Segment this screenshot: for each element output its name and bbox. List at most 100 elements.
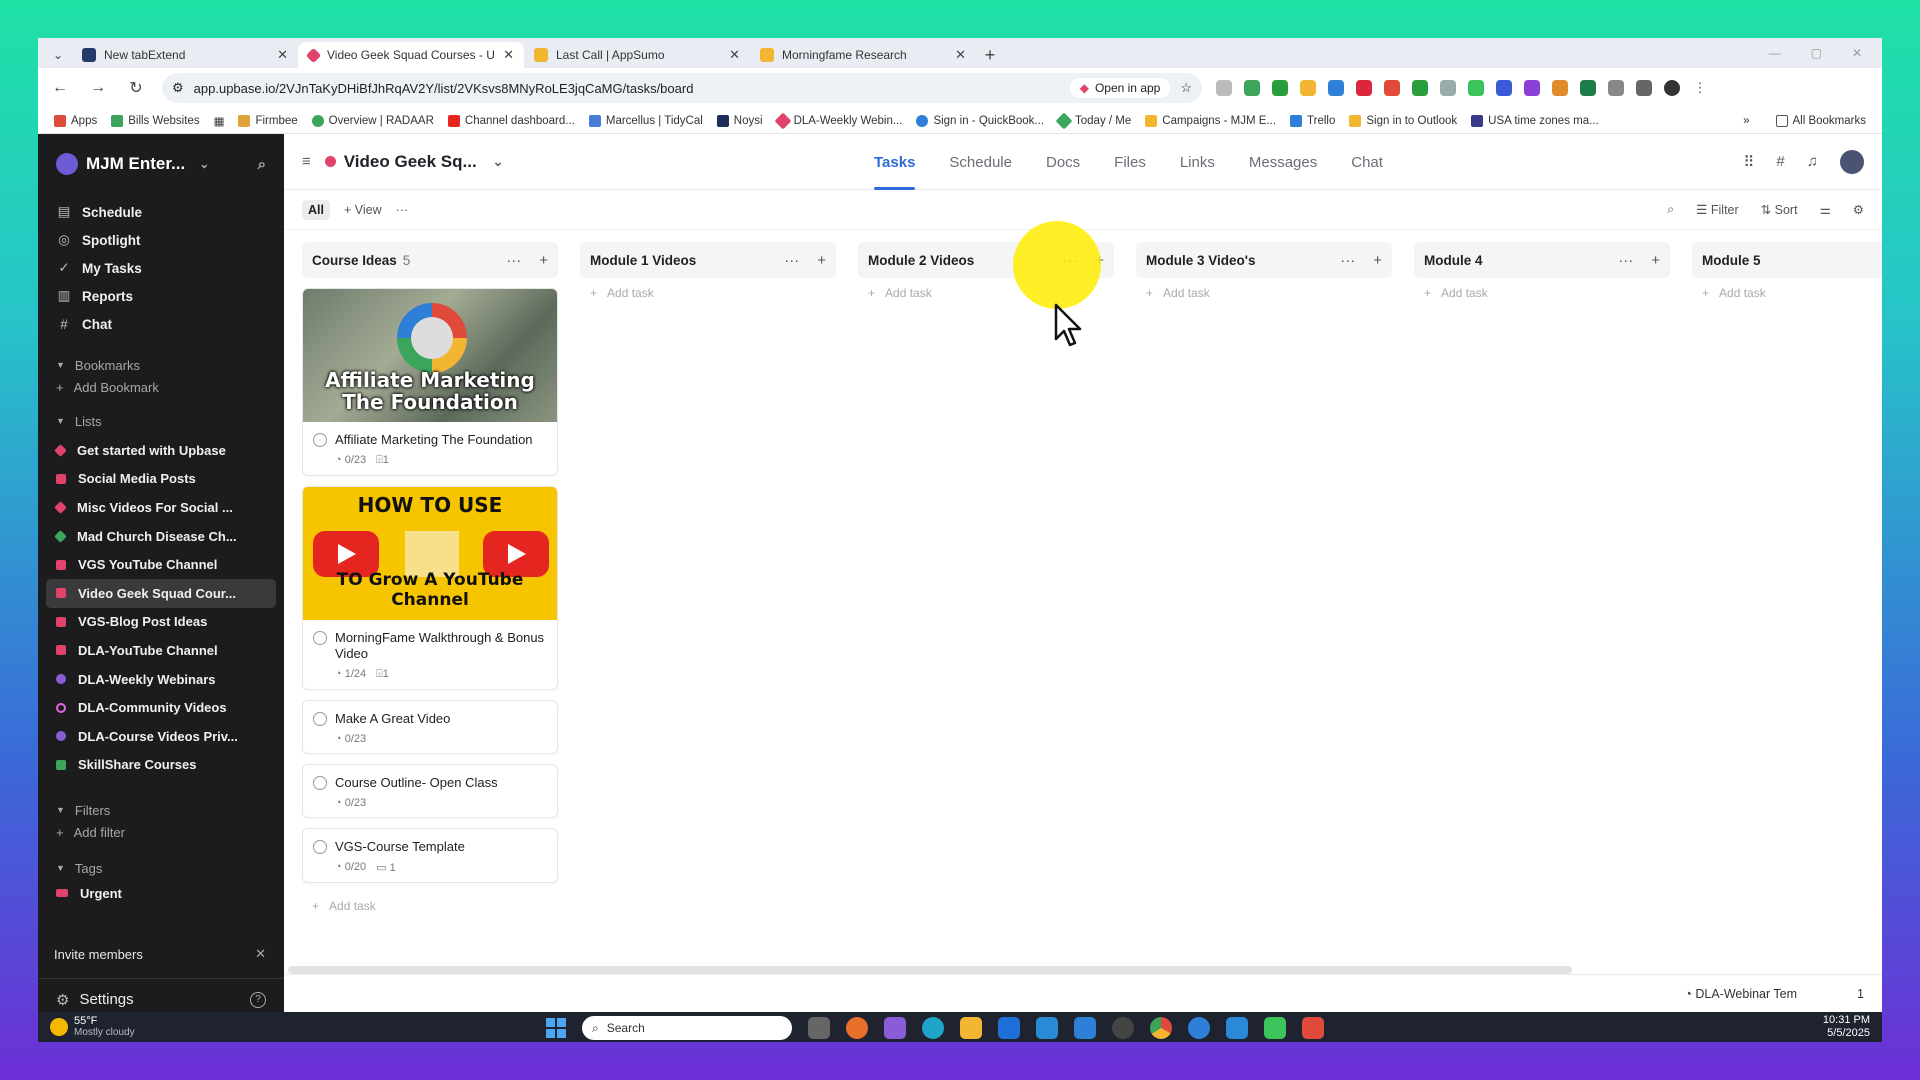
task-card[interactable]: HOW TO USE TO Grow A YouTube Channel Mor… — [302, 486, 558, 690]
add-view-button[interactable]: + View — [344, 203, 382, 217]
mail-icon[interactable] — [1074, 1017, 1096, 1039]
horizontal-scrollbar[interactable] — [288, 966, 1572, 974]
close-window-icon[interactable]: ✕ — [1852, 46, 1862, 60]
close-icon[interactable]: ✕ — [255, 946, 266, 962]
more-bookmarks-icon[interactable]: » — [1743, 115, 1749, 127]
bell-icon[interactable]: ♫ — [1807, 153, 1818, 170]
edge-icon[interactable] — [922, 1017, 944, 1039]
tab-chat[interactable]: Chat — [1351, 134, 1383, 190]
sidebar-item-reports[interactable]: ▥ Reports — [56, 282, 266, 310]
more-icon[interactable]: ··· — [506, 252, 521, 269]
app-icon[interactable] — [1302, 1017, 1324, 1039]
user-avatar[interactable] — [1840, 149, 1864, 174]
workspace-switcher[interactable]: MJM Enter... ⌄ ⌕ — [38, 134, 284, 194]
extension-icon[interactable] — [1496, 80, 1512, 96]
more-icon[interactable]: ··· — [1340, 252, 1355, 269]
tags-header[interactable]: ▼ Tags — [56, 857, 266, 879]
plus-icon[interactable]: + — [1373, 252, 1382, 269]
new-tab-button[interactable]: + — [976, 42, 1004, 68]
maximize-icon[interactable]: ▢ — [1811, 46, 1822, 60]
sliders-icon[interactable]: ⚌ — [1820, 202, 1831, 217]
task-checkbox[interactable] — [313, 631, 327, 645]
add-task-button[interactable]: + Add task — [1136, 278, 1392, 308]
close-tab-icon[interactable]: ✕ — [729, 47, 740, 63]
chrome-icon[interactable] — [1150, 1017, 1172, 1039]
browser-tab-1[interactable]: Video Geek Squad Courses - U ✕ — [298, 42, 524, 68]
extension-icon[interactable] — [1440, 80, 1456, 96]
sidebar-item-chat[interactable]: # Chat — [56, 310, 266, 338]
extension-icon[interactable] — [1580, 80, 1596, 96]
add-task-button[interactable]: + Add task — [580, 278, 836, 308]
search-icon[interactable]: ⌕ — [258, 156, 266, 173]
extension-icon[interactable] — [1384, 80, 1400, 96]
system-clock[interactable]: 10:31 PM 5/5/2025 — [1823, 1014, 1870, 1040]
browser-tab-3[interactable]: Morningfame Research ✕ — [750, 42, 976, 68]
hash-icon[interactable]: # — [1776, 153, 1784, 170]
column-header[interactable]: Course Ideas 5 ··· + — [302, 242, 558, 278]
add-task-button[interactable]: + Add task — [1692, 278, 1882, 308]
plus-icon[interactable]: + — [539, 252, 548, 269]
bookmark-item[interactable]: Marcellus | TidyCal — [588, 114, 703, 127]
copilot-icon[interactable] — [884, 1017, 906, 1039]
list-item[interactable]: SkillShare Courses — [46, 751, 276, 780]
view-all-tab[interactable]: All — [302, 199, 330, 220]
tab-messages[interactable]: Messages — [1249, 134, 1317, 190]
extension-icon[interactable] — [1468, 80, 1484, 96]
close-tab-icon[interactable]: ✕ — [277, 47, 288, 63]
bookmark-item[interactable]: Campaigns - MJM E... — [1145, 114, 1276, 127]
dell-icon[interactable] — [1112, 1017, 1134, 1039]
project-title[interactable]: Video Geek Sq... ⌄ — [324, 152, 504, 172]
task-checkbox[interactable] — [313, 712, 327, 726]
sidebar-item-spotlight[interactable]: ◎ Spotlight — [56, 226, 266, 254]
star-icon[interactable]: ☆ — [1180, 80, 1192, 96]
tab-files[interactable]: Files — [1114, 134, 1146, 190]
add-filter-button[interactable]: + Add filter — [56, 821, 266, 843]
extension-icon[interactable] — [1216, 80, 1232, 96]
bookmark-item[interactable]: DLA-Weekly Webin... — [774, 112, 902, 129]
list-item[interactable]: VGS YouTube Channel — [46, 550, 276, 579]
gear-icon[interactable]: ⚙ — [1853, 202, 1864, 217]
task-card[interactable]: Course Outline- Open Class ◔ 0/23 — [302, 764, 558, 818]
outlook-icon[interactable] — [998, 1017, 1020, 1039]
extension-icon[interactable] — [1552, 80, 1568, 96]
browser-tab-2[interactable]: Last Call | AppSumo ✕ — [524, 42, 750, 68]
reading-list-icon[interactable] — [1636, 80, 1652, 96]
bookmark-item[interactable]: Overview | RADAAR — [311, 114, 434, 127]
bookmarks-header[interactable]: ▼ Bookmarks — [56, 354, 266, 376]
store-icon[interactable] — [1036, 1017, 1058, 1039]
list-item[interactable]: Mad Church Disease Ch... — [46, 522, 276, 551]
profile-avatar[interactable] — [1664, 80, 1680, 96]
app-icon[interactable] — [1226, 1017, 1248, 1039]
list-item[interactable]: Get started with Upbase — [46, 436, 276, 465]
back-icon[interactable]: ← — [48, 79, 72, 97]
list-item[interactable]: DLA-Course Videos Priv... — [46, 722, 276, 751]
firefox-icon[interactable] — [846, 1017, 868, 1039]
weather-widget[interactable]: 55°F Mostly cloudy — [50, 1016, 135, 1038]
extension-icon[interactable] — [1272, 80, 1288, 96]
task-checkbox[interactable] — [313, 433, 327, 447]
forward-icon[interactable]: → — [86, 79, 110, 97]
help-icon[interactable]: ? — [250, 991, 266, 1008]
extension-icon[interactable] — [1244, 80, 1260, 96]
file-explorer-icon[interactable] — [960, 1017, 982, 1039]
tag-item-urgent[interactable]: Urgent — [56, 879, 266, 908]
tab-links[interactable]: Links — [1180, 134, 1215, 190]
extension-icon[interactable] — [1412, 80, 1428, 96]
close-tab-icon[interactable]: ✕ — [955, 47, 966, 63]
windows-start-icon[interactable] — [546, 1018, 566, 1038]
messenger-icon[interactable] — [1188, 1017, 1210, 1039]
list-item[interactable]: Social Media Posts — [46, 465, 276, 494]
tab-tasks[interactable]: Tasks — [874, 134, 916, 190]
bookmark-item[interactable]: Noysi — [716, 114, 763, 127]
tab-search-icon[interactable]: ⌄ — [44, 42, 72, 68]
tab-docs[interactable]: Docs — [1046, 134, 1080, 190]
column-header[interactable]: Module 4 ··· + — [1414, 242, 1670, 278]
close-tab-icon[interactable]: ✕ — [503, 47, 514, 63]
list-item[interactable]: DLA-YouTube Channel — [46, 636, 276, 665]
apps-grid-icon[interactable]: ⠿ — [1743, 153, 1754, 171]
bookmark-item[interactable]: Bills Websites — [111, 114, 200, 127]
sidebar-item-schedule[interactable]: ▤ Schedule — [56, 198, 266, 226]
bookmark-item[interactable]: Sign in to Outlook — [1349, 114, 1457, 127]
sidebar-item-my-tasks[interactable]: ✓ My Tasks — [56, 254, 266, 282]
search-icon[interactable]: ⌕ — [1667, 202, 1674, 217]
